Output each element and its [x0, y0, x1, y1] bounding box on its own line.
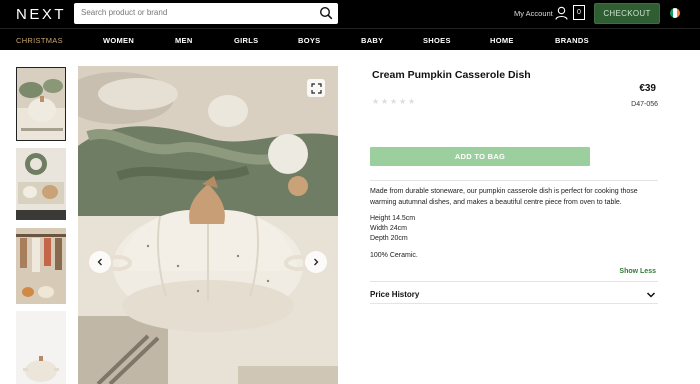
star-icon: ★ — [408, 97, 416, 106]
price-history-toggle[interactable]: Price History — [370, 290, 419, 299]
nav-item-girls[interactable]: GIRLS — [234, 36, 258, 45]
nav-item-boys[interactable]: BOYS — [298, 36, 320, 45]
shopping-bag-icon[interactable]: 0 — [573, 5, 585, 20]
next-logo[interactable]: NEXT — [16, 6, 66, 23]
chevron-right-icon — [314, 258, 319, 266]
nav-item-women[interactable]: WOMEN — [103, 36, 134, 45]
thumbnail-image — [17, 68, 65, 140]
nav-item-men[interactable]: MEN — [175, 36, 193, 45]
thumbnail-image — [16, 311, 66, 384]
next-image-button[interactable] — [305, 251, 327, 273]
checkout-button[interactable]: CHECKOUT — [594, 3, 660, 24]
thumbnail-image — [16, 228, 66, 304]
chevron-left-icon — [97, 258, 102, 266]
nav-item-christmas[interactable]: CHRISTMAS — [16, 36, 63, 45]
main-nav: CHRISTMAS WOMEN MEN GIRLS BOYS BABY SHOE… — [0, 28, 700, 50]
user-icon[interactable] — [555, 6, 568, 20]
divider — [370, 281, 658, 282]
expand-icon — [310, 82, 322, 94]
thumbnail-4[interactable] — [16, 311, 66, 384]
zoom-button[interactable] — [307, 79, 325, 97]
divider — [370, 180, 658, 181]
search-icon[interactable] — [319, 6, 333, 20]
star-icon: ★ — [390, 97, 398, 106]
spec-width: Width 24cm — [370, 225, 407, 232]
nav-item-shoes[interactable]: SHOES — [423, 36, 451, 45]
previous-image-button[interactable] — [89, 251, 111, 273]
thumbnail-image — [16, 148, 66, 220]
nav-item-brands[interactable]: BRANDS — [555, 36, 589, 45]
product-description: Made from durable stoneware, our pumpkin… — [370, 188, 638, 206]
nav-item-baby[interactable]: BABY — [361, 36, 383, 45]
thumbnail-2[interactable] — [16, 148, 66, 220]
spec-material: 100% Ceramic. — [370, 252, 418, 259]
search-placeholder: Search product or brand — [81, 8, 168, 17]
show-less-link[interactable]: Show Less — [600, 268, 656, 275]
search-input[interactable]: Search product or brand — [74, 3, 338, 24]
main-product-image[interactable] — [78, 66, 338, 384]
star-icon: ★ — [381, 97, 389, 106]
product-title: Cream Pumpkin Casserole Dish — [372, 69, 531, 81]
bag-count: 0 — [577, 9, 581, 16]
rating-stars[interactable]: ★ ★ ★ ★ ★ — [372, 98, 416, 106]
product-sku: D47-056 — [631, 101, 658, 108]
casserole-dish-photo — [78, 66, 338, 384]
top-header: NEXT Search product or brand My Account … — [0, 0, 700, 28]
star-icon: ★ — [372, 97, 380, 106]
product-price: €39 — [639, 83, 656, 94]
spec-height: Height 14.5cm — [370, 215, 416, 222]
nav-item-home[interactable]: HOME — [490, 36, 514, 45]
spec-depth: Depth 20cm — [370, 235, 408, 242]
thumbnail-3[interactable] — [16, 228, 66, 304]
divider — [370, 303, 658, 304]
ireland-flag-icon[interactable] — [670, 8, 680, 18]
star-icon: ★ — [399, 97, 407, 106]
add-to-bag-button[interactable]: ADD TO BAG — [370, 147, 590, 166]
my-account-link[interactable]: My Account — [514, 9, 553, 18]
chevron-down-icon[interactable] — [646, 290, 656, 300]
thumbnail-1[interactable] — [16, 67, 66, 141]
